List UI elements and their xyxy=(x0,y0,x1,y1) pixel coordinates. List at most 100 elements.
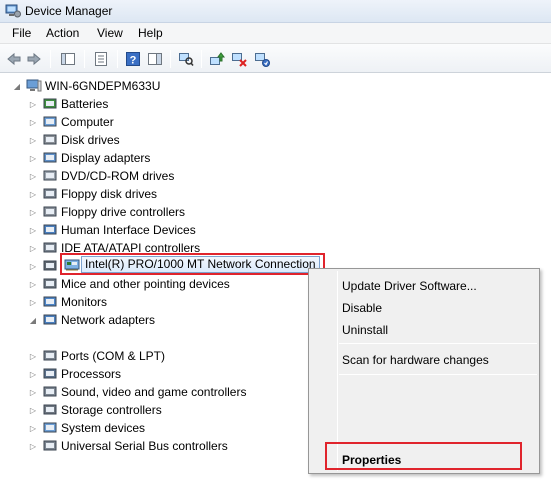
expand-icon[interactable]: ▷ xyxy=(28,185,38,203)
device-manager-icon xyxy=(5,4,21,18)
properties-icon[interactable] xyxy=(91,49,111,69)
tree-category-row[interactable]: ◢ Network adapters xyxy=(28,311,155,329)
tree-category-label: DVD/CD-ROM drives xyxy=(61,169,175,183)
tree-category-row[interactable]: ▷ Floppy drive controllers xyxy=(28,203,185,221)
expand-icon[interactable]: ▷ xyxy=(28,113,38,131)
toolbar-separator xyxy=(50,50,51,68)
floppy-controller-icon xyxy=(43,206,57,217)
expand-icon[interactable]: ▷ xyxy=(28,203,38,221)
sound-icon xyxy=(43,386,57,397)
expand-icon[interactable]: ▷ xyxy=(28,95,38,113)
tree-category-label: Floppy drive controllers xyxy=(61,205,186,219)
expand-icon[interactable]: ▷ xyxy=(28,167,38,185)
scan-hardware-icon[interactable] xyxy=(176,49,196,69)
expand-icon[interactable]: ▷ xyxy=(28,419,38,437)
network-device-item[interactable]: Intel(R) PRO/1000 MT Network Connection xyxy=(81,256,320,273)
tree-category-label: Human Interface Devices xyxy=(61,223,196,237)
floppy-disk-icon xyxy=(43,188,57,199)
computer-root-icon xyxy=(26,79,42,92)
tree-category-row[interactable]: ▷ Floppy disk drives xyxy=(28,185,157,203)
tree-category-label: Disk drives xyxy=(61,133,120,147)
tree-category-row[interactable]: ▷ Monitors xyxy=(28,293,107,311)
expand-icon[interactable]: ▷ xyxy=(28,401,38,419)
disable-device-icon[interactable] xyxy=(229,49,249,69)
disk-drive-icon xyxy=(43,134,57,145)
menu-help[interactable]: Help xyxy=(136,26,165,40)
toolbar-separator xyxy=(201,50,202,68)
tree-category-row[interactable]: ▷ Universal Serial Bus controllers xyxy=(28,437,228,455)
action-pane-icon[interactable] xyxy=(145,49,165,69)
help-icon[interactable]: ? xyxy=(123,49,143,69)
tree-category-row[interactable]: ▷ Ports (COM & LPT) xyxy=(28,347,165,365)
expand-icon[interactable]: ▷ xyxy=(28,131,38,149)
expand-icon[interactable]: ▷ xyxy=(28,365,38,383)
expand-icon[interactable]: ▷ xyxy=(28,275,38,293)
menu-separator xyxy=(339,343,537,344)
menu-action[interactable]: Action xyxy=(44,26,81,40)
menu-bar: File Action View Help xyxy=(0,23,551,44)
tree-category-row[interactable]: ▷ Disk drives xyxy=(28,131,120,149)
window-title: Device Manager xyxy=(25,4,113,18)
tree-category-row[interactable]: ▷ System devices xyxy=(28,419,145,437)
back-arrow-icon[interactable] xyxy=(4,49,24,69)
collapse-icon[interactable]: ◢ xyxy=(28,311,38,329)
expand-icon[interactable]: ▷ xyxy=(28,257,38,275)
tree-category-label: Floppy disk drives xyxy=(61,187,158,201)
tree-category-row[interactable]: ▷ Display adapters xyxy=(28,149,150,167)
tree-root[interactable]: ◢ WIN-6GNDEPM633U xyxy=(12,77,160,95)
expand-icon[interactable]: ▷ xyxy=(28,149,38,167)
uninstall-device-icon[interactable] xyxy=(252,49,272,69)
expand-icon[interactable]: ▷ xyxy=(28,383,38,401)
tree-category-row[interactable]: ▷ Storage controllers xyxy=(28,401,162,419)
expand-icon[interactable]: ▷ xyxy=(28,221,38,239)
menu-file[interactable]: File xyxy=(10,26,33,40)
system-devices-icon xyxy=(43,422,57,433)
dvd-drive-icon xyxy=(43,170,57,181)
expand-icon[interactable]: ▷ xyxy=(28,239,38,257)
toolbar-separator xyxy=(170,50,171,68)
mouse-icon xyxy=(43,278,57,289)
tree-category-label: Batteries xyxy=(61,97,109,111)
tree-category-label: Storage controllers xyxy=(61,403,162,417)
expand-icon[interactable]: ▷ xyxy=(28,437,38,455)
tree-category-row[interactable]: ▷ DVD/CD-ROM drives xyxy=(28,167,174,185)
processor-icon xyxy=(43,368,57,379)
tree-category-row[interactable]: ▷ Human Interface Devices xyxy=(28,221,196,239)
forward-arrow-icon[interactable] xyxy=(24,49,44,69)
tree-category-label: Network adapters xyxy=(61,313,156,327)
tree-category-row[interactable]: ▷ Sound, video and game controllers xyxy=(28,383,247,401)
tree-category-row[interactable]: ▷ Batteries xyxy=(28,95,108,113)
menu-properties[interactable]: Properties xyxy=(342,453,401,467)
context-menu: Update Driver Software... Disable Uninst… xyxy=(308,268,540,474)
toolbar-separator xyxy=(84,50,85,68)
usb-icon xyxy=(43,440,57,451)
expand-icon[interactable]: ▷ xyxy=(28,293,38,311)
menu-separator xyxy=(339,374,537,375)
monitor-icon xyxy=(43,296,57,307)
tree-category-label: Sound, video and game controllers xyxy=(61,385,247,399)
battery-icon xyxy=(43,98,57,109)
tree-category-row[interactable]: ▷ Computer xyxy=(28,113,114,131)
tree-category-label: Monitors xyxy=(61,295,108,309)
menu-gutter xyxy=(337,271,338,471)
tree-category-label: Processors xyxy=(61,367,122,381)
tree-category-row[interactable]: ▷ Processors xyxy=(28,365,121,383)
tree-category-row[interactable]: ▷ Mice and other pointing devices xyxy=(28,275,230,293)
menu-view[interactable]: View xyxy=(95,26,125,40)
ide-controller-icon xyxy=(43,242,57,253)
tree-category-label: Universal Serial Bus controllers xyxy=(61,439,228,453)
toolbar: ? xyxy=(0,44,551,73)
collapse-icon[interactable]: ◢ xyxy=(12,77,22,95)
selected-device-highlight: Intel(R) PRO/1000 MT Network Connection xyxy=(60,253,325,275)
storage-controller-icon xyxy=(43,404,57,415)
update-driver-icon[interactable] xyxy=(207,49,227,69)
tree-category-label: Computer xyxy=(61,115,114,129)
port-icon xyxy=(43,350,57,361)
expand-icon[interactable]: ▷ xyxy=(28,347,38,365)
menu-update-driver[interactable]: Update Driver Software... xyxy=(342,279,477,293)
menu-scan-hardware[interactable]: Scan for hardware changes xyxy=(342,353,489,367)
hid-icon xyxy=(43,224,57,235)
menu-disable[interactable]: Disable xyxy=(342,301,382,315)
show-hide-console-tree-icon[interactable] xyxy=(58,49,78,69)
menu-uninstall[interactable]: Uninstall xyxy=(342,323,388,337)
